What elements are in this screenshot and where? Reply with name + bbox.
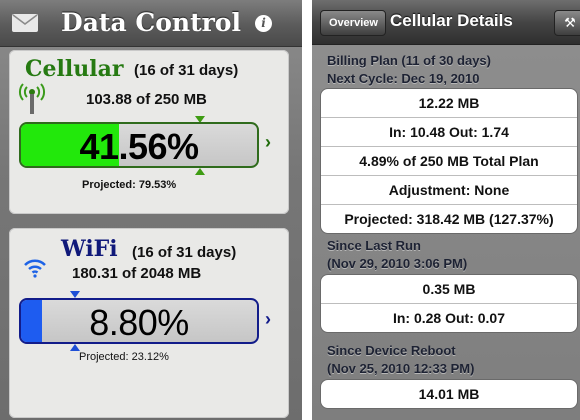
cellular-card[interactable]: Cellular (16 of 31 days) 103.88 of 250 M… [9, 50, 289, 214]
section-header-billing: Billing Plan (11 of 30 days) Next Cycle:… [327, 52, 491, 88]
table-row: 4.89% of 250 MB Total Plan [321, 147, 577, 176]
table-row: 0.35 MB [321, 275, 577, 304]
billing-plan-group: 12.22 MB In: 10.48 Out: 1.74 4.89% of 25… [320, 88, 578, 234]
cellular-days: (16 of 31 days) [134, 62, 239, 79]
section-header-line: Billing Plan (11 of 30 days) [327, 53, 491, 68]
section-header-reboot: Since Device Reboot (Nov 25, 2010 12:33 … [327, 342, 474, 378]
wifi-icon [23, 258, 47, 283]
cellular-projected: Projected: 79.53% [82, 179, 177, 191]
page-title: Data Control [61, 8, 241, 37]
table-row[interactable]: Adjustment: None [321, 176, 577, 205]
section-header-line: (Nov 29, 2010 3:06 PM) [327, 256, 468, 271]
table-row: 12.22 MB [321, 89, 577, 118]
cellular-label: Cellular [25, 56, 124, 82]
navigation-bar: Data Control i [0, 0, 302, 47]
cell-tower-icon [17, 76, 47, 121]
wifi-usage-bar: 8.80% [19, 298, 259, 344]
wifi-card[interactable]: WiFi (16 of 31 days) 180.31 of 2048 MB 8… [9, 228, 289, 418]
projection-marker-top [70, 291, 80, 298]
table-row: Projected: 318.42 MB (127.37%) [344, 211, 554, 227]
page-title: Cellular Details [390, 11, 513, 30]
wifi-label: WiFi [61, 236, 118, 262]
cellular-details-screen: Overview Cellular Details ⚒ Billing Plan… [312, 0, 580, 420]
data-control-screen: Data Control i Cellular (16 of 31 days) … [0, 0, 302, 420]
section-header-last-run: Since Last Run (Nov 29, 2010 3:06 PM) [327, 237, 467, 273]
table-row: In: 10.48 Out: 1.74 [321, 118, 577, 147]
chevron-right-icon[interactable]: › [265, 132, 271, 153]
navigation-bar: Overview Cellular Details ⚒ [312, 0, 580, 45]
wifi-percent: 8.80% [89, 302, 189, 343]
last-run-group: 0.35 MB In: 0.28 Out: 0.07 [320, 274, 578, 333]
section-header-line: Since Last Run [327, 238, 421, 253]
cellular-usage-bar: 41.56% [19, 122, 259, 168]
section-header-line: Since Device Reboot [327, 343, 456, 358]
cellular-percent: 41.56% [79, 126, 199, 167]
section-header-line: (Nov 25, 2010 12:33 PM) [327, 361, 475, 376]
wifi-days: (16 of 31 days) [132, 244, 237, 261]
projection-marker-bottom [70, 344, 80, 351]
projection-marker-bottom [195, 168, 205, 175]
section-header-line: Next Cycle: Dec 19, 2010 [327, 71, 480, 86]
reboot-group: 14.01 MB [320, 379, 578, 409]
wifi-projected: Projected: 23.12% [79, 351, 169, 363]
chevron-right-icon[interactable]: › [265, 309, 271, 330]
table-row: In: 0.28 Out: 0.07 [392, 310, 506, 326]
mail-icon[interactable] [12, 14, 38, 32]
wifi-usage: 180.31 of 2048 MB [72, 265, 202, 282]
info-icon[interactable]: i [255, 15, 272, 32]
cellular-usage: 103.88 of 250 MB [86, 91, 207, 108]
overview-back-button[interactable]: Overview [320, 10, 386, 36]
wrench-icon[interactable]: ⚒ [554, 10, 580, 36]
table-row: 14.01 MB [418, 386, 480, 402]
